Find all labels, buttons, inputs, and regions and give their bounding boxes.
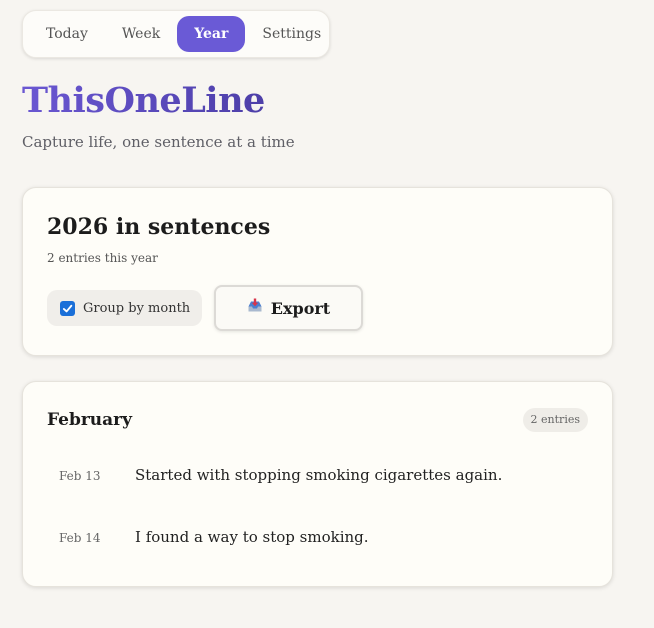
year-entry-count: 2 entries this year bbox=[47, 251, 158, 265]
tab-settings[interactable]: Settings bbox=[245, 16, 338, 52]
export-button[interactable]: Export bbox=[214, 285, 363, 331]
entry-date: Feb 14 bbox=[59, 531, 101, 545]
check-icon bbox=[62, 304, 73, 312]
entry-date: Feb 13 bbox=[59, 469, 101, 483]
tab-week[interactable]: Week bbox=[105, 16, 177, 52]
year-summary-card: 2026 in sentences 2 entries this year Gr… bbox=[22, 187, 613, 356]
inbox-tray-icon bbox=[247, 298, 263, 318]
month-title: February bbox=[47, 410, 133, 430]
app-title: ThisOneLine bbox=[22, 80, 265, 121]
group-by-month-toggle[interactable]: Group by month bbox=[47, 290, 203, 326]
group-by-month-label: Group by month bbox=[83, 300, 191, 316]
group-by-month-checkbox[interactable] bbox=[60, 300, 75, 316]
view-tabs: Today Week Year Settings bbox=[22, 10, 330, 58]
entry-text: I found a way to stop smoking. bbox=[135, 528, 369, 546]
year-title: 2026 in sentences bbox=[47, 214, 271, 240]
entry-row[interactable]: Feb 13 Started with stopping smoking cig… bbox=[59, 466, 502, 484]
tab-today[interactable]: Today bbox=[29, 16, 105, 52]
entry-row[interactable]: Feb 14 I found a way to stop smoking. bbox=[59, 528, 369, 546]
app-tagline: Capture life, one sentence at a time bbox=[22, 133, 295, 151]
entry-text: Started with stopping smoking cigarettes… bbox=[135, 466, 503, 484]
month-entry-count-badge: 2 entries bbox=[522, 408, 588, 432]
month-group-card: February 2 entries Feb 13 Started with s… bbox=[22, 381, 613, 587]
tab-year[interactable]: Year bbox=[177, 16, 246, 52]
export-label: Export bbox=[270, 298, 331, 318]
